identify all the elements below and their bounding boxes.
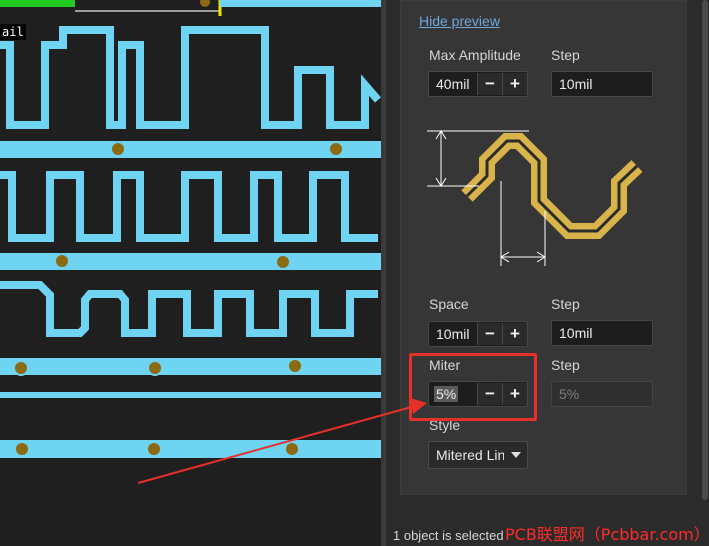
max-amplitude-decrease-button[interactable]: − [477, 73, 502, 95]
via[interactable] [284, 441, 300, 457]
pcb-canvas[interactable]: ail [0, 0, 381, 546]
meander-properties-panel: Hide preview Max Amplitude Step 40mil − … [386, 0, 709, 546]
max-amplitude-stepper[interactable]: 40mil − + [428, 71, 528, 97]
chevron-down-icon[interactable] [511, 452, 521, 458]
via[interactable] [275, 254, 291, 270]
style-value[interactable]: Mitered Lines [436, 447, 504, 463]
via[interactable] [54, 253, 70, 269]
space-label: Space [429, 296, 469, 312]
space-stepper[interactable]: 10mil − + [428, 321, 528, 347]
meander-preview-diagram [427, 130, 643, 266]
miter-step-label: Step [551, 357, 580, 373]
status-bar-text: 1 object is selected [393, 528, 504, 543]
max-amplitude-step-label: Step [551, 47, 580, 63]
max-amplitude-step-field[interactable]: 10mil [551, 71, 653, 97]
space-step-label: Step [551, 296, 580, 312]
via[interactable] [146, 441, 162, 457]
trace[interactable] [0, 392, 381, 398]
via[interactable] [110, 141, 126, 157]
space-step-value[interactable]: 10mil [559, 325, 592, 341]
trace[interactable] [0, 358, 381, 375]
max-amplitude-increase-button[interactable]: + [502, 73, 527, 95]
serpentine-trace[interactable] [0, 281, 378, 337]
via[interactable] [328, 141, 344, 157]
space-step-field[interactable]: 10mil [551, 320, 653, 346]
trace[interactable] [0, 440, 381, 458]
style-dropdown[interactable]: Mitered Lines [428, 441, 528, 469]
via[interactable] [200, 0, 210, 7]
trace-layer[interactable] [0, 0, 381, 546]
watermark: PCB联盟网（Pcbbar.com） [505, 525, 709, 544]
via[interactable] [13, 360, 29, 376]
via[interactable] [147, 360, 163, 376]
scrollbar-thumb[interactable] [702, 0, 708, 500]
trace[interactable] [0, 141, 381, 158]
space-decrease-button[interactable]: − [477, 323, 502, 345]
via[interactable] [14, 441, 30, 457]
space-value[interactable]: 10mil [436, 326, 469, 342]
max-amplitude-step-value[interactable]: 10mil [559, 76, 592, 92]
miter-step-value: 5% [559, 386, 580, 402]
serpentine-trace[interactable] [0, 171, 378, 242]
unit-label: ail [0, 24, 26, 40]
space-increase-button[interactable]: + [502, 323, 527, 345]
hide-preview-link[interactable]: Hide preview [419, 13, 500, 29]
highlight-bar [0, 0, 75, 7]
via[interactable] [287, 358, 303, 374]
miter-step-field: 5% [551, 381, 653, 407]
max-amplitude-label: Max Amplitude [429, 47, 521, 63]
max-amplitude-value[interactable]: 40mil [436, 76, 469, 92]
panel-scrollbar[interactable] [701, 0, 709, 546]
annotation-highlight-box [409, 353, 537, 421]
